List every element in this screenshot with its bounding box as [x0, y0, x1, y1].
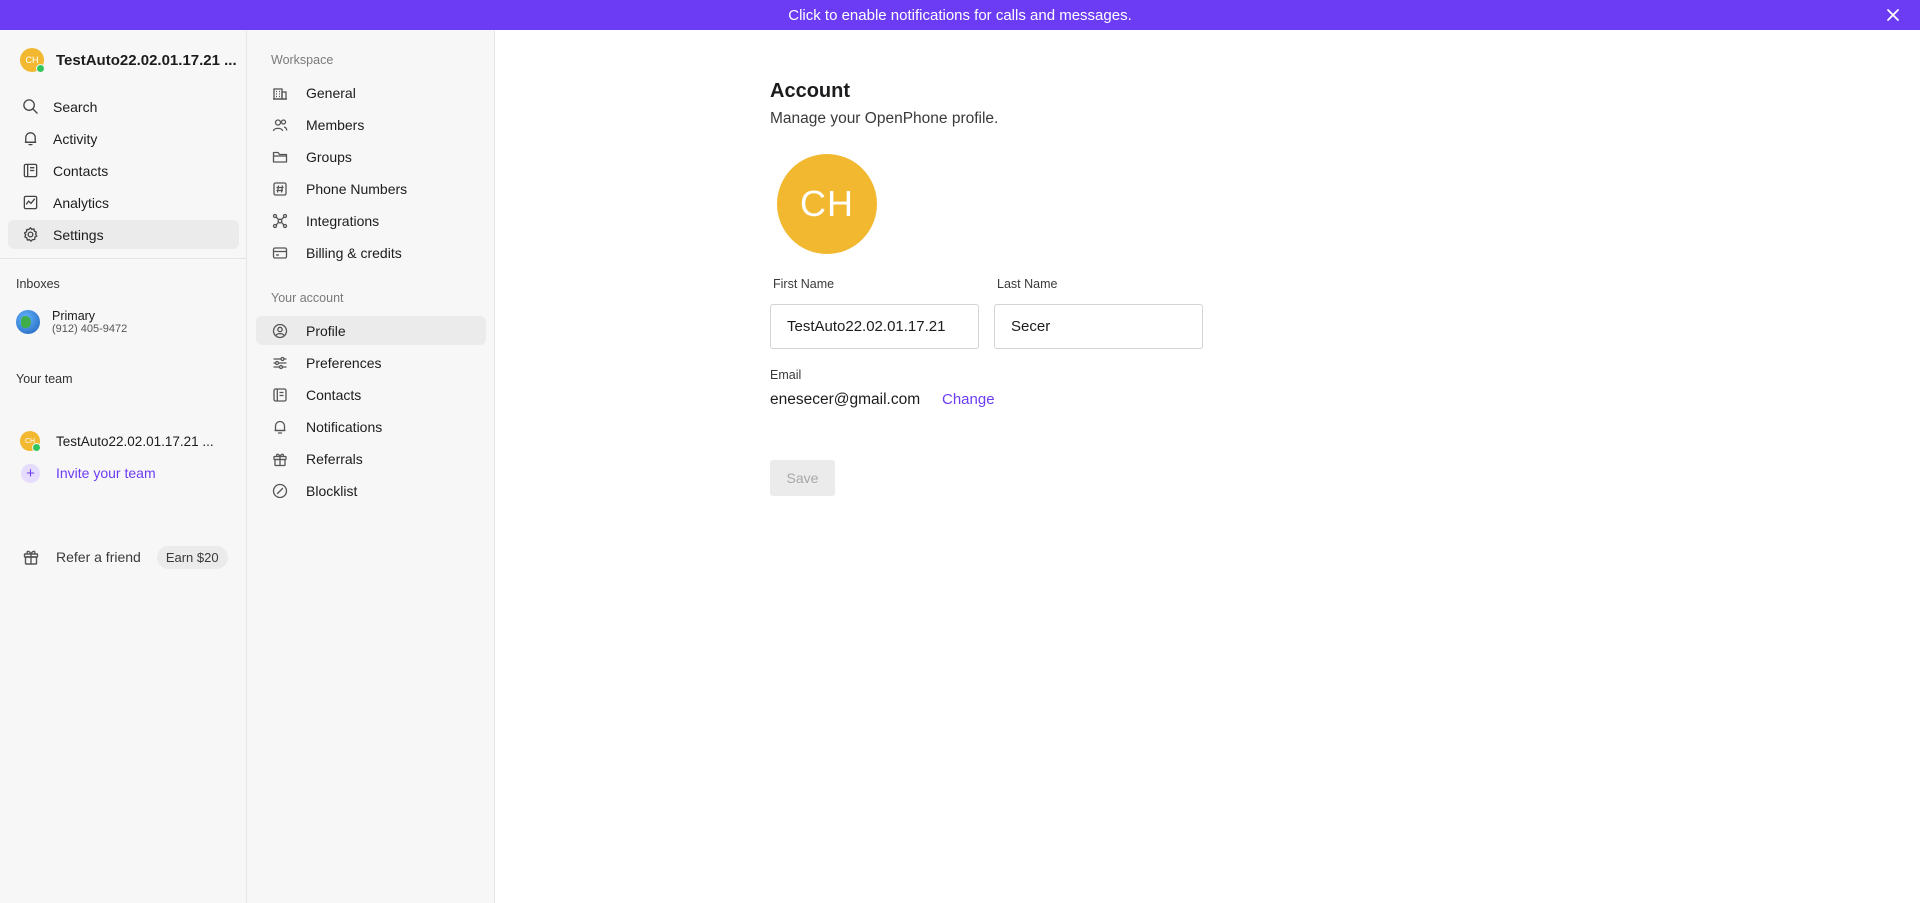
folder-icon [272, 151, 288, 163]
nav-item-activity[interactable]: Activity [8, 124, 239, 153]
inbox-name: Primary [52, 308, 96, 323]
bell-icon [24, 132, 37, 146]
nav-item-search[interactable]: Search [8, 92, 239, 121]
settings-item-label: Groups [306, 148, 352, 165]
contacts-icon [273, 387, 287, 402]
email-value: enesecer@gmail.com [770, 391, 921, 408]
org-name: TestAuto22.02.01.17.21 ... [56, 51, 237, 69]
settings-panel: Workspace General Members Groups Phone N… [247, 30, 495, 903]
divider [0, 258, 246, 259]
nav-item-label: Analytics [53, 194, 110, 211]
close-icon[interactable] [1884, 6, 1902, 24]
settings-item-preferences[interactable]: Preferences [256, 348, 486, 377]
org-switcher[interactable]: CH TestAuto22.02.01.17.21 ... [12, 44, 240, 76]
settings-item-label: Members [306, 116, 365, 133]
plus-icon: + [21, 463, 40, 483]
inboxes-heading: Inboxes [16, 277, 60, 291]
settings-item-label: Billing & credits [306, 244, 402, 261]
email-label: Email [770, 368, 802, 382]
sliders-icon [273, 356, 287, 369]
avatar: CH [20, 431, 41, 452]
team-member-item[interactable]: CH TestAuto22.02.01.17.21 ... [12, 428, 240, 454]
page-title: Account [770, 80, 850, 102]
inbox-item-primary[interactable]: Primary (912) 405-9472 [12, 302, 240, 342]
settings-item-referrals[interactable]: Referrals [256, 444, 486, 473]
invite-label: Invite your team [56, 465, 156, 481]
block-icon [272, 483, 288, 498]
settings-item-contacts[interactable]: Contacts [256, 380, 486, 409]
settings-item-label: Referrals [306, 450, 363, 467]
last-name-field[interactable] [994, 304, 1203, 349]
inbox-phone: (912) 405-9472 [52, 322, 128, 335]
settings-item-integrations[interactable]: Integrations [256, 206, 486, 235]
settings-item-phone-numbers[interactable]: Phone Numbers [256, 174, 486, 203]
settings-item-label: Contacts [306, 386, 362, 403]
nav-item-contacts[interactable]: Contacts [8, 156, 239, 185]
gift-icon [23, 550, 39, 565]
settings-item-label: Notifications [306, 418, 383, 435]
refer-friend-button[interactable]: Refer a friend Earn $20 [12, 542, 240, 572]
save-button[interactable]: Save [770, 460, 835, 496]
settings-item-notifications[interactable]: Notifications [256, 412, 486, 441]
online-status-dot [36, 64, 45, 73]
refer-label: Refer a friend [56, 549, 141, 565]
online-status-dot [32, 443, 41, 452]
nav-item-label: Contacts [53, 162, 109, 179]
settings-item-blocklist[interactable]: Blocklist [256, 476, 486, 505]
team-member-name: TestAuto22.02.01.17.21 ... [56, 433, 214, 449]
workspace-heading: Workspace [271, 53, 334, 67]
profile-icon [272, 323, 288, 338]
earn-badge: Earn $20 [156, 545, 228, 569]
search-icon [23, 99, 38, 114]
first-name-label: First Name [773, 277, 835, 291]
banner-text[interactable]: Click to enable notifications for calls … [788, 7, 1132, 24]
last-name-label: Last Name [997, 277, 1058, 291]
account-page: Account Manage your OpenPhone profile. C… [495, 30, 1920, 903]
settings-item-label: Preferences [306, 354, 382, 371]
globe-icon [16, 310, 40, 334]
settings-item-billing[interactable]: Billing & credits [256, 238, 486, 267]
settings-item-members[interactable]: Members [256, 110, 486, 139]
sidebar: CH TestAuto22.02.01.17.21 ... Search Act… [0, 30, 247, 903]
gift-icon [273, 453, 287, 466]
settings-item-label: Profile [306, 322, 346, 339]
nav-item-label: Search [53, 98, 98, 115]
page-subtitle: Manage your OpenPhone profile. [770, 110, 999, 127]
change-email-link[interactable]: Change [942, 391, 995, 408]
settings-item-label: Phone Numbers [306, 180, 408, 197]
invite-team-button[interactable]: + Invite your team [12, 460, 240, 486]
analytics-icon [23, 195, 38, 210]
hash-icon [273, 181, 287, 196]
gear-icon [23, 227, 38, 242]
profile-avatar[interactable]: CH [777, 154, 877, 254]
settings-item-label: Blocklist [306, 482, 358, 499]
nav-item-settings[interactable]: Settings [8, 220, 239, 249]
card-icon [272, 246, 288, 259]
nav-item-analytics[interactable]: Analytics [8, 188, 239, 217]
settings-item-label: General [306, 84, 356, 101]
bell-icon [274, 420, 286, 434]
nav-item-label: Settings [53, 226, 104, 243]
building-icon [273, 87, 287, 100]
integrations-icon [272, 213, 288, 228]
settings-item-general[interactable]: General [256, 78, 486, 107]
avatar: CH [20, 48, 45, 73]
settings-item-profile[interactable]: Profile [256, 316, 486, 345]
members-icon [272, 118, 288, 131]
settings-item-groups[interactable]: Groups [256, 142, 486, 171]
nav-item-label: Activity [53, 130, 98, 147]
avatar-initials: CH [25, 55, 39, 65]
account-heading: Your account [271, 291, 344, 305]
team-heading: Your team [16, 372, 73, 386]
contacts-icon [23, 163, 38, 178]
notification-banner[interactable]: Click to enable notifications for calls … [0, 0, 1920, 30]
first-name-field[interactable] [770, 304, 979, 349]
settings-item-label: Integrations [306, 212, 380, 229]
